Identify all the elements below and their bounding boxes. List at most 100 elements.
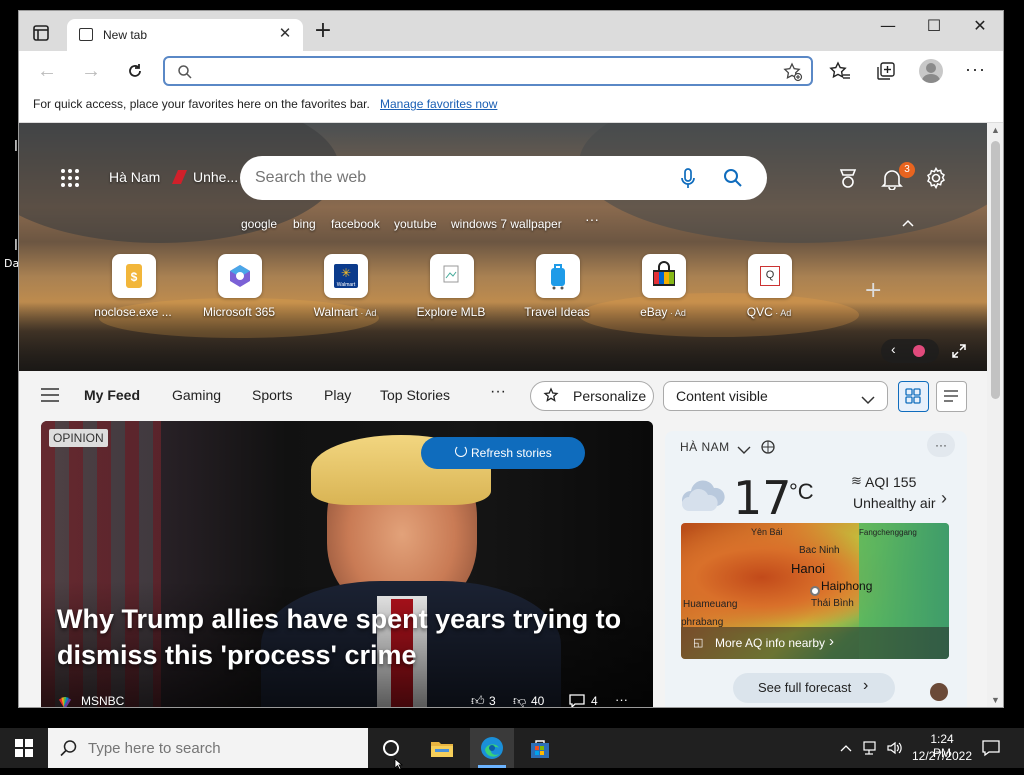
- hamburger-menu-icon[interactable]: [41, 388, 59, 407]
- personalize-button[interactable]: Personalize: [530, 381, 654, 411]
- refresh-stories-label: Refresh stories: [471, 446, 552, 460]
- quick-link-tile[interactable]: Microsoft 365: [184, 254, 294, 324]
- quick-link-tile[interactable]: Q QVC · Ad: [714, 254, 824, 324]
- add-favorite-icon[interactable]: [783, 62, 803, 87]
- address-input[interactable]: [207, 61, 767, 81]
- maximize-icon[interactable]: ☐: [911, 11, 957, 41]
- weather-card[interactable]: HÀ NAM ··· 17 °C ≋ AQI 155 Unhealthy air…: [665, 431, 967, 707]
- tab-top-stories[interactable]: Top Stories: [380, 387, 450, 403]
- quick-link-tile[interactable]: $ noclose.exe ...: [78, 254, 188, 324]
- temperature-unit: °C: [789, 479, 814, 504]
- web-search-box[interactable]: [240, 156, 767, 200]
- like-icon[interactable]: 👍︎: [471, 693, 485, 707]
- taskbar-search-box[interactable]: [48, 728, 368, 768]
- dislike-icon[interactable]: 👎︎: [513, 693, 526, 707]
- story-headline[interactable]: Why Trump allies have spent years trying…: [57, 601, 647, 673]
- quick-search-link[interactable]: facebook: [331, 217, 380, 231]
- favorites-icon[interactable]: [829, 60, 851, 87]
- avatar[interactable]: [930, 683, 948, 701]
- chevron-down-icon[interactable]: [737, 442, 751, 460]
- address-bar[interactable]: [163, 56, 813, 86]
- weather-short-status[interactable]: Unhe...: [193, 169, 238, 185]
- chevron-left-icon[interactable]: ‹: [891, 341, 896, 357]
- quick-search-link[interactable]: windows 7 wallpaper: [451, 217, 562, 231]
- show-hidden-icons-icon[interactable]: [840, 740, 852, 758]
- tab-title: New tab: [103, 28, 148, 42]
- file-explorer-icon[interactable]: [430, 739, 454, 764]
- quick-link-tile[interactable]: ✳ Walmart Walmart · Ad: [290, 254, 400, 324]
- tab-sports[interactable]: Sports: [252, 387, 292, 403]
- apps-launcher-icon[interactable]: [60, 168, 80, 193]
- edge-browser-window: New tab ✕ + — ☐ ✕ ← → ··· For quick acce…: [18, 10, 1004, 708]
- minimize-icon[interactable]: —: [865, 11, 911, 41]
- story-more-icon[interactable]: ···: [615, 692, 628, 707]
- map-link-bar[interactable]: ◱ More AQ info nearby ›: [681, 627, 949, 659]
- clock-date[interactable]: 12/27/2022: [908, 749, 976, 763]
- comment-count: 4: [591, 694, 598, 708]
- profile-avatar[interactable]: [919, 59, 943, 83]
- back-icon[interactable]: ←: [31, 57, 63, 85]
- store-icon[interactable]: [529, 738, 551, 765]
- weather-more-button[interactable]: ···: [927, 433, 955, 457]
- favorites-bar: For quick access, place your favorites h…: [19, 91, 1003, 123]
- tab-actions-icon[interactable]: [29, 21, 53, 45]
- quick-link-tile[interactable]: Explore MLB: [396, 254, 506, 324]
- qvc-icon: Q: [748, 254, 792, 298]
- quick-search-more-icon[interactable]: ···: [585, 211, 599, 227]
- refresh-stories-button[interactable]: Refresh stories: [421, 437, 585, 469]
- locate-icon[interactable]: [760, 439, 776, 460]
- background-image: Hà Nam Unhe... 3: [19, 123, 987, 371]
- quick-link-tile[interactable]: Travel Ideas: [502, 254, 612, 324]
- chevron-right-icon[interactable]: ›: [941, 488, 947, 509]
- taskbar-search-input[interactable]: [88, 738, 348, 758]
- microphone-icon[interactable]: [680, 168, 696, 195]
- scroll-down-icon[interactable]: ▼: [991, 695, 1000, 705]
- add-site-icon[interactable]: +: [864, 278, 882, 303]
- page-scrollbar[interactable]: ▲ ▼: [987, 123, 1003, 707]
- close-window-icon[interactable]: ✕: [957, 11, 1003, 41]
- web-search-input[interactable]: [255, 167, 655, 189]
- manage-favorites-link[interactable]: Manage favorites now: [380, 97, 497, 111]
- notification-count-badge: 3: [899, 162, 915, 178]
- refresh-icon[interactable]: [119, 57, 151, 85]
- page-settings-icon[interactable]: [925, 166, 947, 194]
- scrollbar-thumb[interactable]: [991, 141, 1000, 399]
- forward-icon[interactable]: →: [75, 57, 107, 85]
- quick-link-tile[interactable]: eBay · Ad: [608, 254, 718, 324]
- quick-search-link[interactable]: bing: [293, 217, 316, 231]
- desktop-icon-label: Da: [4, 257, 20, 270]
- see-forecast-button[interactable]: See full forecast ›: [733, 673, 895, 703]
- more-tabs-icon[interactable]: ···: [490, 383, 506, 401]
- chevron-up-icon[interactable]: [901, 215, 915, 233]
- edge-taskbar-icon[interactable]: [470, 728, 514, 768]
- network-icon[interactable]: [862, 739, 880, 762]
- top-story-card[interactable]: OPINION Refresh stories Why Trump allies…: [41, 421, 653, 708]
- list-layout-button[interactable]: [936, 381, 967, 412]
- comment-icon[interactable]: [569, 694, 585, 707]
- volume-icon[interactable]: [886, 739, 904, 762]
- settings-more-icon[interactable]: ···: [965, 59, 986, 80]
- image-info-icon[interactable]: [913, 345, 925, 357]
- collections-icon[interactable]: [875, 60, 897, 87]
- quick-search-link[interactable]: youtube: [394, 217, 437, 231]
- search-submit-icon[interactable]: [723, 168, 743, 193]
- close-tab-icon[interactable]: ✕: [275, 24, 295, 44]
- scroll-up-icon[interactable]: ▲: [991, 125, 1000, 135]
- grid-layout-button[interactable]: [898, 381, 929, 412]
- location-name[interactable]: Hà Nam: [109, 169, 160, 185]
- weather-location[interactable]: HÀ NAM: [680, 440, 730, 454]
- notification-center-icon[interactable]: [982, 739, 1000, 762]
- tab-play[interactable]: Play: [324, 387, 351, 403]
- tab-gaming[interactable]: Gaming: [172, 387, 221, 403]
- expand-icon[interactable]: [951, 343, 967, 364]
- tab-my-feed[interactable]: My Feed: [84, 387, 140, 403]
- cortana-icon[interactable]: [383, 740, 399, 756]
- rewards-icon[interactable]: [838, 168, 858, 195]
- story-source[interactable]: MSNBC: [81, 694, 124, 707]
- start-windows-icon[interactable]: [15, 739, 33, 762]
- new-tab-button[interactable]: +: [311, 19, 335, 43]
- air-quality-map[interactable]: Yên Bái Fangchenggang Bac Ninh Hanoi Hai…: [681, 523, 949, 659]
- tab-new-tab[interactable]: New tab ✕: [67, 19, 303, 51]
- quick-search-link[interactable]: google: [241, 217, 277, 231]
- content-visibility-dropdown[interactable]: Content visible: [663, 381, 888, 411]
